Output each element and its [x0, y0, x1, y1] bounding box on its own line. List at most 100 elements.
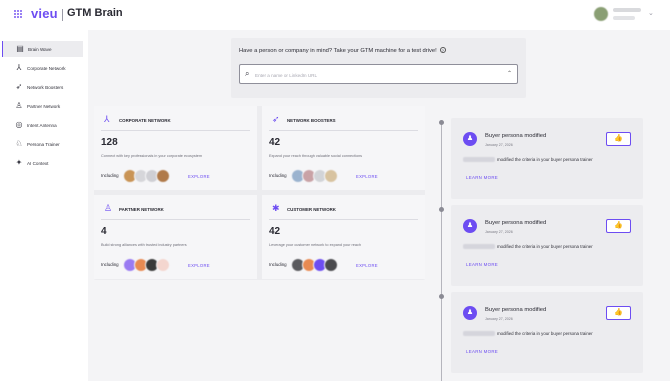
- including-label: Including: [269, 173, 287, 178]
- user-name-blurred: [463, 331, 495, 336]
- network-description: Connect with key professionals in your c…: [101, 154, 203, 158]
- chevron-down-icon[interactable]: ⌄: [648, 9, 654, 17]
- network-description: Build strong alliances with trusted indu…: [101, 243, 187, 247]
- activity-date: January 27, 2026: [485, 317, 513, 321]
- network-card-title: CORPORATE NETWORK: [119, 118, 171, 123]
- persona-avatar-icon: ♟: [463, 132, 477, 146]
- timeline-line: [441, 122, 442, 381]
- company-logos: [291, 258, 351, 272]
- sidebar-item-brain-wave[interactable]: ▤ Brain Wave: [2, 41, 83, 57]
- top-header: vieu GTM Brain ⌄: [0, 0, 670, 30]
- divider: [269, 130, 418, 131]
- activity-date: January 27, 2026: [485, 230, 513, 234]
- timeline-dot: [439, 294, 444, 299]
- activity-date: January 27, 2026: [485, 143, 513, 147]
- network-description: Expand your reach through valuable socia…: [269, 154, 363, 158]
- including-label: Including: [269, 262, 287, 267]
- partner-icon: ♙: [15, 101, 23, 110]
- corporate-network-icon: ⅄: [16, 63, 22, 72]
- divider: [101, 219, 250, 220]
- sidebar-item-label: Partner Network: [27, 103, 61, 109]
- test-drive-panel: Have a person or company in mind? Take y…: [231, 38, 526, 98]
- vieu-logo[interactable]: vieu: [31, 6, 58, 21]
- including-label: Including: [101, 262, 119, 267]
- network-count: 42: [269, 137, 281, 148]
- sidebar: ▤ Brain Wave ⅄ Corporate Network ➶ Netwo…: [0, 30, 88, 381]
- company-logo: [156, 258, 170, 272]
- like-button[interactable]: 👍: [606, 219, 631, 233]
- network-card-boosters[interactable]: ➶ NETWORK BOOSTERS 42 Expand your reach …: [262, 106, 425, 190]
- company-logo: [156, 169, 170, 183]
- network-count: 128: [101, 137, 118, 148]
- including-label: Including: [101, 173, 119, 178]
- user-name-blurred: [463, 157, 495, 162]
- help-icon[interactable]: ?: [439, 47, 446, 53]
- sidebar-item-label: Network Boosters: [27, 84, 64, 90]
- network-count: 42: [269, 226, 281, 237]
- explore-link[interactable]: EXPLORE: [188, 263, 210, 268]
- brain-wave-icon: ▤: [16, 44, 24, 53]
- divider: [269, 219, 418, 220]
- activity-card: ♟ Buyer persona modified January 27, 202…: [451, 118, 643, 199]
- user-name-blurred: [463, 244, 495, 249]
- rocket-icon: ➶: [15, 82, 23, 91]
- test-drive-prompt: Have a person or company in mind? Take y…: [239, 47, 446, 54]
- network-card-customer[interactable]: ✱ CUSTOMER NETWORK 42 Leverage your cust…: [262, 195, 425, 279]
- corporate-network-icon: ⅄: [104, 114, 110, 124]
- user-org-blurred: [613, 16, 635, 20]
- activity-title: Buyer persona modified: [485, 307, 547, 313]
- learn-more-link[interactable]: LEARN MORE: [466, 262, 498, 267]
- activity-title: Buyer persona modified: [485, 133, 547, 139]
- sidebar-item-corporate-network[interactable]: ⅄ Corporate Network: [2, 60, 83, 76]
- company-logos: [123, 258, 183, 272]
- persona-icon: ♘: [15, 139, 23, 148]
- timeline-dot: [439, 120, 444, 125]
- customer-icon: ✱: [272, 203, 280, 213]
- company-logos: [291, 169, 351, 183]
- sidebar-item-label: Corporate Network: [27, 65, 66, 71]
- like-button[interactable]: 👍: [606, 306, 631, 320]
- sidebar-item-intent-antenna[interactable]: ◎ Intent Antenna: [2, 117, 83, 133]
- chevron-up-icon[interactable]: ⌃: [507, 70, 512, 77]
- activity-message: modified the criteria in your buyer pers…: [497, 244, 593, 249]
- user-avatar: [594, 7, 608, 21]
- learn-more-link[interactable]: LEARN MORE: [466, 349, 498, 354]
- sidebar-item-label: Brain Wave: [28, 46, 52, 52]
- header-divider: [62, 9, 63, 21]
- company-logo: [324, 169, 338, 183]
- explore-link[interactable]: EXPLORE: [356, 263, 378, 268]
- sidebar-item-ai-context[interactable]: ✦ AI Context: [2, 155, 83, 171]
- sidebar-item-partner-network[interactable]: ♙ Partner Network: [2, 98, 83, 114]
- test-drive-prompt-text: Have a person or company in mind? Take y…: [239, 48, 437, 54]
- persona-avatar-icon: ♟: [463, 219, 477, 233]
- sidebar-item-network-boosters[interactable]: ➶ Network Boosters: [2, 79, 83, 95]
- sparkle-icon: ✦: [15, 158, 23, 167]
- explore-link[interactable]: EXPLORE: [356, 174, 378, 179]
- network-card-title: NETWORK BOOSTERS: [287, 118, 336, 123]
- user-menu[interactable]: ⌄: [594, 6, 660, 24]
- activity-card: ♟ Buyer persona modified January 27, 202…: [451, 205, 643, 286]
- network-card-partner[interactable]: ♙ PARTNER NETWORK 4 Build strong allianc…: [94, 195, 257, 279]
- network-card-title: PARTNER NETWORK: [119, 207, 164, 212]
- user-name-blurred: [613, 8, 641, 12]
- timeline-dot: [439, 207, 444, 212]
- rocket-icon: ➶: [272, 114, 280, 124]
- app-title: GTM Brain: [67, 7, 123, 19]
- persona-avatar-icon: ♟: [463, 306, 477, 320]
- network-card-corporate[interactable]: ⅄ CORPORATE NETWORK 128 Connect with key…: [94, 106, 257, 190]
- network-card-title: CUSTOMER NETWORK: [287, 207, 336, 212]
- sidebar-item-label: AI Context: [27, 160, 49, 166]
- activity-message: modified the criteria in your buyer pers…: [497, 157, 593, 162]
- search-input[interactable]: [255, 70, 495, 80]
- partner-icon: ♙: [104, 203, 113, 213]
- like-button[interactable]: 👍: [606, 132, 631, 146]
- learn-more-link[interactable]: LEARN MORE: [466, 175, 498, 180]
- sidebar-item-label: Persona Trainer: [27, 141, 60, 147]
- divider: [101, 130, 250, 131]
- apps-grid-icon[interactable]: [14, 10, 22, 18]
- activity-card: ♟ Buyer persona modified January 27, 202…: [451, 292, 643, 373]
- sidebar-item-persona-trainer[interactable]: ♘ Persona Trainer: [2, 136, 83, 152]
- activity-message: modified the criteria in your buyer pers…: [497, 331, 593, 336]
- explore-link[interactable]: EXPLORE: [188, 174, 210, 179]
- search-field[interactable]: ⌕ ⌃: [239, 64, 518, 84]
